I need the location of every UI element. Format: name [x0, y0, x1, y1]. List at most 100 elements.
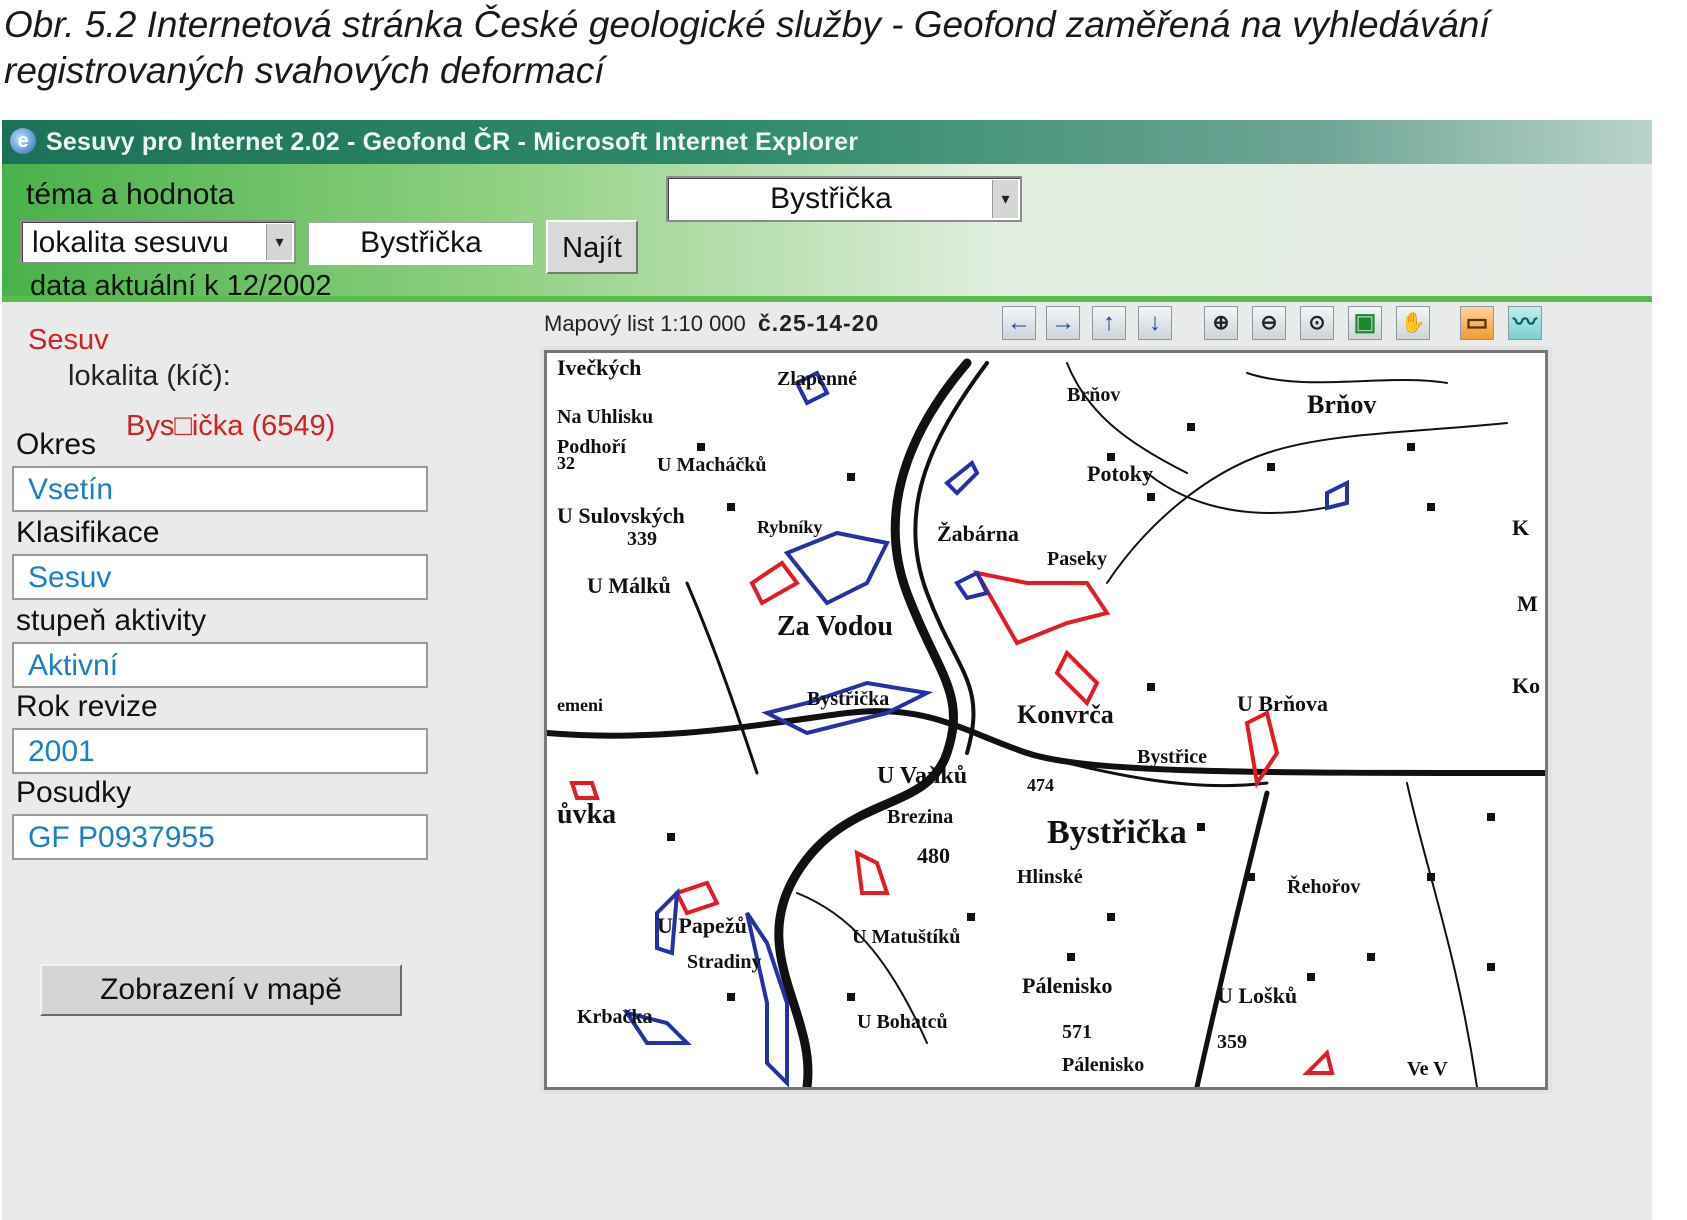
print-icon[interactable]: ▭	[1460, 306, 1494, 340]
map-place-label: Ko	[1512, 673, 1540, 698]
map-place-label: K	[1512, 515, 1529, 540]
map-place-label: Pálenisko	[1022, 973, 1112, 998]
map-place-label: U Málků	[587, 573, 671, 598]
activity-label: stupeň aktivity	[16, 604, 207, 637]
theme-select[interactable]: lokalita sesuvu ▾	[20, 220, 296, 264]
map-place-label: U Papežů	[657, 913, 747, 938]
ie-icon: e	[10, 128, 36, 154]
find-button[interactable]: Najít	[546, 220, 638, 274]
zoom-out-icon[interactable]: ⊖	[1252, 306, 1286, 340]
map-place-label: Za Vodou	[777, 611, 893, 642]
map-place-label: 339	[627, 528, 657, 550]
map-place-label: Pálenisko	[1062, 1054, 1144, 1076]
map-building-mark	[1427, 503, 1435, 511]
map-place-label: Krbačka	[577, 1006, 653, 1028]
map-building-mark	[1067, 953, 1075, 961]
map-place-label: U Macháčků	[657, 454, 766, 476]
klasifikace-field[interactable]: Sesuv	[12, 554, 428, 600]
map-building-mark	[1197, 823, 1205, 831]
browser-window: e Sesuvy pro Internet 2.02 - Geofond ČR …	[2, 120, 1652, 1220]
revision-year-field[interactable]: 2001	[12, 728, 428, 774]
search-value-input[interactable]: Bystřička	[308, 222, 534, 266]
profile-icon[interactable]: 〰	[1508, 306, 1542, 340]
map-building-mark	[1487, 813, 1495, 821]
map-place-label: U Brňova	[1237, 691, 1328, 716]
map-building-mark	[1427, 873, 1435, 881]
map-building-mark	[1307, 973, 1315, 981]
klasifikace-label: Klasifikace	[16, 516, 160, 549]
result-select-value: Bystřička	[770, 182, 892, 215]
map-sheet-number: č.25-14-20	[758, 310, 880, 336]
map-place-label: Konvrča	[1017, 700, 1114, 729]
chevron-down-icon[interactable]: ▾	[992, 180, 1018, 218]
map-place-label: Bystřice	[1137, 746, 1207, 768]
window-title: Sesuvy pro Internet 2.02 - Geofond ČR - …	[46, 128, 859, 156]
caption-line-2: registrovaných svahových deformací	[4, 50, 605, 91]
arrow-right-icon[interactable]: →	[1046, 306, 1080, 340]
map-place-label: Brezina	[887, 806, 953, 828]
map-place-label: U Vaňků	[877, 763, 967, 789]
map-building-mark	[697, 443, 705, 451]
arrow-down-icon[interactable]: ↓	[1138, 306, 1172, 340]
map-place-label: U Sulovských	[557, 503, 685, 528]
map-place-label: Stradiny	[687, 951, 761, 973]
map-place-label: ůvka	[557, 799, 616, 830]
map-place-label: Rybníky	[757, 517, 822, 537]
map-place-label: 480	[917, 843, 950, 868]
map-place-label: Řehořov	[1287, 874, 1360, 898]
zoom-extent-icon[interactable]: ▣	[1348, 306, 1382, 340]
map-building-mark	[667, 833, 675, 841]
zoom-in-icon[interactable]: ⊕	[1204, 306, 1238, 340]
topographic-map[interactable]: Ivečkých Zlapenné Brňov Brňov Na Uhlisku Podh…	[540, 346, 1552, 1094]
map-place-label: M	[1517, 591, 1538, 616]
map-place-label: Ve V	[1407, 1058, 1448, 1080]
result-select[interactable]: Bystřička ▾	[666, 176, 1022, 222]
map-canvas[interactable]: Ivečkých ZlapennéBrňov BrňovNa UhliskuPodh…	[547, 353, 1545, 1087]
posudky-field[interactable]: GF P0937955	[12, 814, 428, 860]
map-place-label: Ivečkých	[557, 355, 641, 380]
header-divider	[2, 296, 1652, 302]
theme-label: téma a hodnota	[26, 178, 235, 211]
map-sheet-label: Mapový list 1:10 000	[544, 311, 746, 336]
map-place-label: U Lošků	[1217, 983, 1297, 1008]
map-building-mark	[1407, 443, 1415, 451]
map-place-label: Bystřička	[807, 688, 889, 710]
show-in-map-button[interactable]: Zobrazení v mapě	[40, 964, 402, 1016]
arrow-left-icon[interactable]: ←	[1002, 306, 1036, 340]
map-building-mark	[1487, 963, 1495, 971]
map-building-mark	[847, 993, 855, 1001]
map-building-mark	[847, 473, 855, 481]
map-place-label: emeni	[557, 695, 603, 715]
map-place-label: Hlinské	[1017, 866, 1083, 888]
okres-label: Okres	[16, 428, 97, 461]
map-place-label: Brňov	[1067, 384, 1120, 406]
arrow-up-icon[interactable]: ↑	[1092, 306, 1126, 340]
zoom-point-icon[interactable]: ⊙	[1300, 306, 1334, 340]
map-place-label: Bystřička	[1047, 814, 1187, 851]
posudky-label: Posudky	[16, 776, 132, 809]
map-building-mark	[1267, 463, 1275, 471]
pan-hand-icon[interactable]: ✋	[1396, 306, 1430, 340]
theme-select-value: lokalita sesuvu	[32, 226, 229, 259]
map-place-label: Paseky	[1047, 548, 1107, 570]
map-place-label: U Bohatců	[857, 1011, 948, 1033]
okres-field[interactable]: Vsetín	[12, 466, 428, 512]
revision-year-label: Rok revize	[16, 690, 158, 723]
figure-caption: Obr. 5.2 Internetová stránka České geolo…	[4, 2, 1684, 94]
map-place-label: Žabárna	[937, 521, 1019, 546]
map-place-label: 359	[1217, 1031, 1247, 1053]
chevron-down-icon[interactable]: ▾	[266, 224, 292, 260]
map-building-mark	[1147, 683, 1155, 691]
map-place-label: Zlapenné	[777, 368, 857, 390]
map-place-label: Na Uhlisku	[557, 406, 653, 428]
map-building-mark	[727, 503, 735, 511]
map-building-mark	[1107, 453, 1115, 461]
map-sheet-info: Mapový list 1:10 000 č.25-14-20	[544, 310, 879, 337]
map-building-mark	[1247, 873, 1255, 881]
detail-heading: Sesuv	[28, 324, 109, 356]
activity-field[interactable]: Aktivní	[12, 642, 428, 688]
map-place-label: 474	[1027, 775, 1054, 795]
map-building-mark	[727, 993, 735, 1001]
caption-line-1: Obr. 5.2 Internetová stránka České geolo…	[4, 4, 1490, 45]
map-place-label: 32	[557, 453, 575, 473]
